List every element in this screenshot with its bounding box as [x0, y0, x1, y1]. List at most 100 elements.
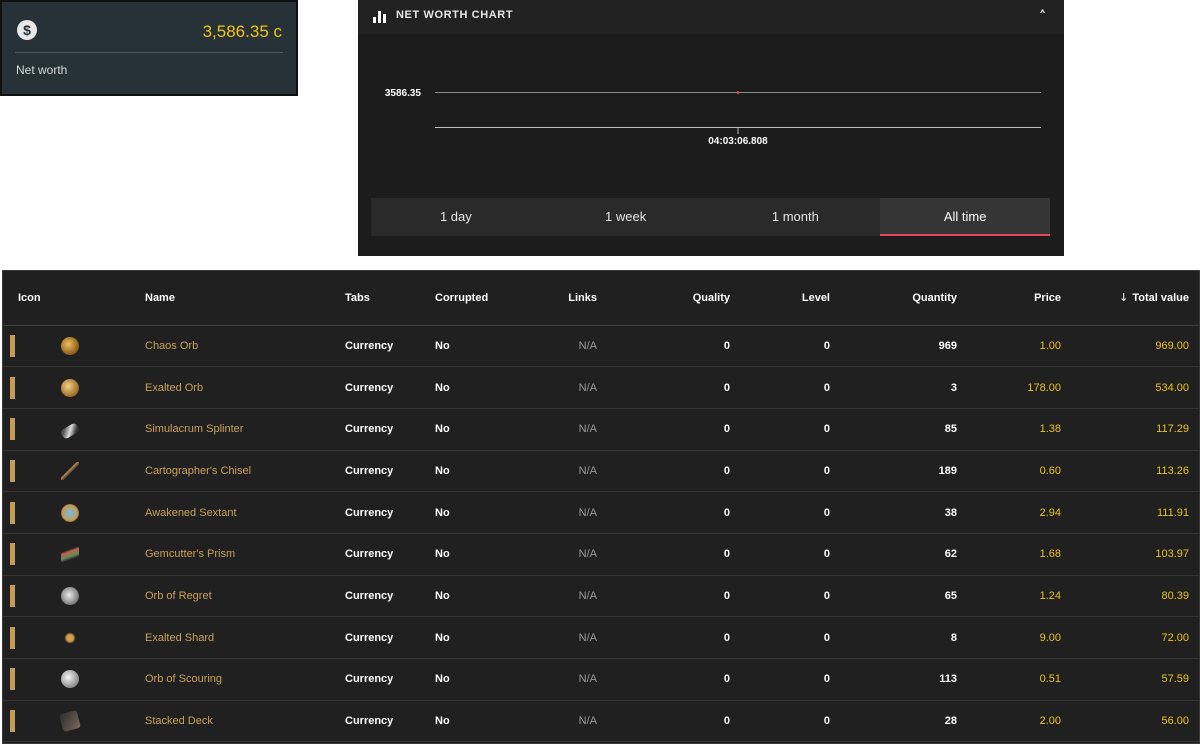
- item-name[interactable]: Cartographer's Chisel: [129, 450, 329, 493]
- tab-1-week[interactable]: 1 week: [541, 198, 711, 236]
- exalted-shard-icon: [61, 628, 79, 647]
- item-quantity: 85: [834, 408, 961, 451]
- item-level: 0: [734, 325, 834, 368]
- table-row[interactable]: Exalted Shard Currency No N/A 0 0 8 9.00 72.00: [3, 616, 1199, 659]
- item-corrupted: No: [419, 366, 539, 409]
- table-row[interactable]: Chaos Orb Currency No N/A 0 0 969 1.00 969.00: [3, 325, 1199, 368]
- item-price: 1.00: [961, 325, 1065, 368]
- item-links: N/A: [539, 325, 619, 368]
- column-header-links[interactable]: Links: [539, 271, 619, 326]
- item-level: 0: [734, 450, 834, 493]
- tab-1-day[interactable]: 1 day: [371, 198, 541, 236]
- item-links: N/A: [539, 700, 619, 743]
- tab-1-month[interactable]: 1 month: [711, 198, 881, 236]
- item-quality: 0: [619, 533, 734, 576]
- chevron-up-icon[interactable]: ˄: [1039, 9, 1046, 25]
- item-name[interactable]: Orb of Scouring: [129, 658, 329, 701]
- table-row[interactable]: Cartographer's Chisel Currency No N/A 0 0 189 0…: [3, 450, 1199, 493]
- item-quantity: 62: [834, 533, 961, 576]
- item-quality: 0: [619, 325, 734, 368]
- item-quality: 0: [619, 408, 734, 451]
- table-row[interactable]: Exalted Orb Currency No N/A 0 0 3 178.00 534.00: [3, 366, 1199, 409]
- item-quantity: 28: [834, 700, 961, 743]
- bar-chart-icon: [373, 10, 387, 23]
- table-row[interactable]: Gemcutter's Prism Currency No N/A 0 0 62 1.68 10…: [3, 533, 1199, 576]
- row-indicator-bar: [10, 626, 15, 649]
- item-price: 2.94: [961, 491, 1065, 534]
- item-tabs: Currency: [329, 325, 419, 368]
- item-corrupted: No: [419, 491, 539, 534]
- chart-title: NET WORTH CHART: [396, 9, 514, 21]
- item-price: 9.00: [961, 616, 1065, 659]
- item-name[interactable]: Stacked Deck: [129, 700, 329, 743]
- column-header-icon[interactable]: Icon: [3, 271, 129, 326]
- column-header-total-value[interactable]: ↓ Total value: [1065, 271, 1199, 326]
- icon-cell: [3, 325, 129, 368]
- table-row[interactable]: Orb of Regret Currency No N/A 0 0 65 1.24 80.39: [3, 575, 1199, 618]
- data-point[interactable]: [736, 91, 740, 94]
- net-worth-line-chart: 3586.35 04:03:06.808: [385, 88, 1041, 147]
- item-name[interactable]: Exalted Shard: [129, 616, 329, 659]
- column-header-level[interactable]: Level: [734, 271, 834, 326]
- item-corrupted: No: [419, 533, 539, 576]
- item-quantity: 969: [834, 325, 961, 368]
- row-indicator-bar: [10, 376, 15, 399]
- item-name[interactable]: Gemcutter's Prism: [129, 533, 329, 576]
- table-row[interactable]: Simulacrum Splinter Currency No N/A 0 0 85 1.38…: [3, 408, 1199, 451]
- orb-of-regret-icon: [61, 586, 79, 605]
- item-price: 1.38: [961, 408, 1065, 451]
- item-quantity: 65: [834, 575, 961, 618]
- column-header-quantity[interactable]: Quantity: [834, 271, 961, 326]
- column-header-corrupted[interactable]: Corrupted: [419, 271, 539, 326]
- item-name[interactable]: Simulacrum Splinter: [129, 408, 329, 451]
- item-level: 0: [734, 700, 834, 743]
- item-tabs: Currency: [329, 700, 419, 743]
- arrow-down-icon: ↓: [1119, 291, 1129, 305]
- item-quality: 0: [619, 700, 734, 743]
- row-indicator-bar: [10, 334, 15, 357]
- item-level: 0: [734, 408, 834, 451]
- item-level: 0: [734, 491, 834, 534]
- column-header-price[interactable]: Price: [961, 271, 1065, 326]
- item-name[interactable]: Exalted Orb: [129, 366, 329, 409]
- table-row[interactable]: Orb of Scouring Currency No N/A 0 0 113 0.51 57.…: [3, 658, 1199, 701]
- chart-header[interactable]: NET WORTH CHART ˄: [358, 0, 1064, 34]
- item-links: N/A: [539, 408, 619, 451]
- item-total-value: 117.29: [1065, 408, 1199, 451]
- column-header-name[interactable]: Name: [129, 271, 329, 326]
- item-name[interactable]: Awakened Sextant: [129, 491, 329, 534]
- column-header-quality[interactable]: Quality: [619, 271, 734, 326]
- item-total-value: 111.91: [1065, 491, 1199, 534]
- item-quantity: 8: [834, 616, 961, 659]
- table-row[interactable]: Stacked Deck Currency No N/A 0 0 28 2.00 56.00: [3, 700, 1199, 743]
- item-total-value: 534.00: [1065, 366, 1199, 409]
- item-level: 0: [734, 575, 834, 618]
- item-links: N/A: [539, 491, 619, 534]
- item-corrupted: No: [419, 658, 539, 701]
- item-price: 178.00: [961, 366, 1065, 409]
- item-price: 0.51: [961, 658, 1065, 701]
- row-indicator-bar: [10, 710, 15, 733]
- item-name[interactable]: Chaos Orb: [129, 325, 329, 368]
- item-links: N/A: [539, 575, 619, 618]
- column-header-tabs[interactable]: Tabs: [329, 271, 419, 326]
- item-level: 0: [734, 366, 834, 409]
- item-quality: 0: [619, 366, 734, 409]
- icon-cell: [3, 491, 129, 534]
- tab-all-time[interactable]: All time: [880, 198, 1050, 236]
- item-name[interactable]: Orb of Regret: [129, 575, 329, 618]
- item-tabs: Currency: [329, 366, 419, 409]
- item-total-value: 57.59: [1065, 658, 1199, 701]
- icon-cell: [3, 700, 129, 743]
- simulacrum-splinter-icon: [59, 422, 81, 441]
- gemcutters-prism-icon: [61, 545, 79, 564]
- item-quality: 0: [619, 658, 734, 701]
- items-table: Icon Name Tabs Corrupted Links Quality L…: [2, 270, 1200, 744]
- item-tabs: Currency: [329, 408, 419, 451]
- row-indicator-bar: [10, 543, 15, 566]
- row-indicator-bar: [10, 584, 15, 607]
- orb-of-scouring-icon: [61, 670, 79, 689]
- item-tabs: Currency: [329, 616, 419, 659]
- table-row[interactable]: Awakened Sextant Currency No N/A 0 0 38 2.94 111…: [3, 491, 1199, 534]
- icon-cell: [3, 533, 129, 576]
